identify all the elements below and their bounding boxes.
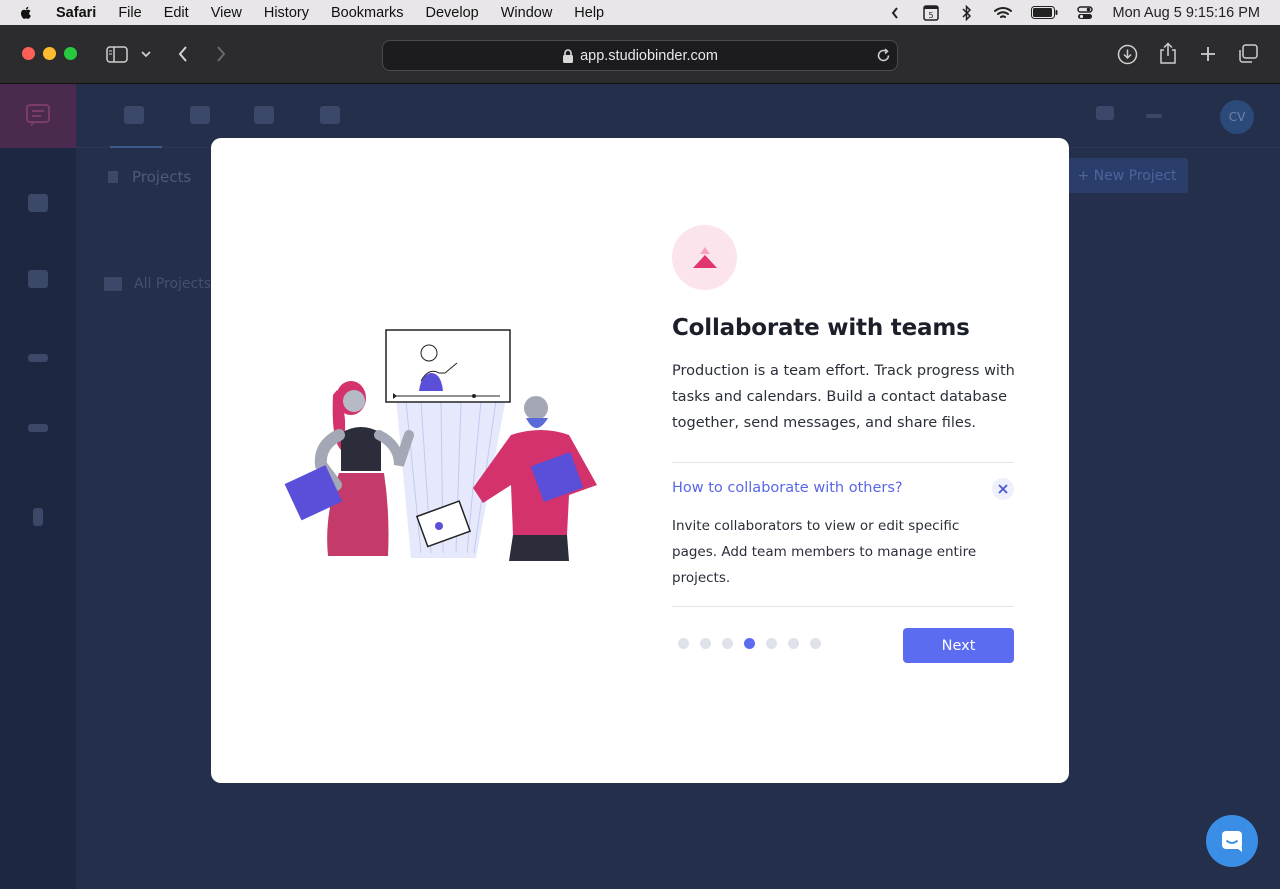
- step-dot-5[interactable]: [766, 638, 777, 649]
- chat-icon: [1222, 831, 1242, 852]
- feature-badge: [672, 225, 737, 290]
- step-indicator: [678, 638, 821, 649]
- calendar-icon[interactable]: 5: [922, 4, 940, 21]
- minimize-window-button[interactable]: [43, 47, 56, 60]
- modal-description: Production is a team effort. Track progr…: [672, 363, 1015, 431]
- address-bar[interactable]: app.studiobinder.com: [382, 40, 898, 71]
- all-projects-row[interactable]: All Projects: [104, 276, 211, 292]
- sidebar-item-resources[interactable]: [0, 508, 76, 542]
- projects-label: Projects: [132, 168, 192, 186]
- more-icon[interactable]: [1146, 114, 1162, 118]
- all-projects-label: All Projects: [134, 276, 211, 292]
- step-dot-2[interactable]: [700, 638, 711, 649]
- lock-icon: [563, 48, 574, 63]
- step-dot-3[interactable]: [722, 638, 733, 649]
- step-dot-7[interactable]: [810, 638, 821, 649]
- menu-bookmarks[interactable]: Bookmarks: [331, 5, 404, 21]
- faq-close-button[interactable]: [992, 478, 1014, 500]
- active-tab-indicator: [110, 146, 162, 148]
- wifi-icon[interactable]: [994, 5, 1013, 21]
- chevron-left-icon[interactable]: [886, 5, 904, 21]
- bluetooth-icon[interactable]: [958, 4, 976, 21]
- projects-header: Projects: [108, 160, 191, 194]
- sidebar-item-4[interactable]: [0, 424, 76, 448]
- menubar-clock[interactable]: Mon Aug 5 9:15:16 PM: [1112, 5, 1260, 21]
- chat-launcher-button[interactable]: [1206, 815, 1258, 867]
- tab-overview-icon[interactable]: [1238, 44, 1259, 64]
- tab-projects[interactable]: [124, 106, 144, 124]
- sidebar-item-projects[interactable]: [0, 194, 76, 228]
- faq-answer: Invite collaborators to view or edit spe…: [672, 518, 977, 586]
- app-logo[interactable]: [0, 84, 76, 148]
- sidebar-item-contacts[interactable]: [0, 270, 76, 304]
- app-sidebar: [0, 84, 76, 889]
- menubar: Safari File Edit View History Bookmarks …: [0, 0, 1280, 25]
- step-dot-1[interactable]: [678, 638, 689, 649]
- zoom-window-button[interactable]: [64, 47, 77, 60]
- step-dot-4[interactable]: [744, 638, 755, 649]
- divider: [672, 462, 1014, 463]
- browser-toolbar: app.studiobinder.com: [0, 25, 1280, 84]
- menu-help[interactable]: Help: [574, 5, 604, 21]
- url-text: app.studiobinder.com: [580, 47, 718, 64]
- menu-view[interactable]: View: [211, 5, 242, 21]
- tab-contacts[interactable]: [190, 106, 210, 124]
- battery-icon[interactable]: [1030, 5, 1058, 21]
- faq-question[interactable]: How to collaborate with others?: [672, 480, 903, 496]
- chevrons-up-icon: [692, 246, 717, 268]
- tab-tasks[interactable]: [254, 106, 274, 124]
- new-tab-icon[interactable]: [1199, 45, 1217, 63]
- reload-icon[interactable]: [876, 48, 891, 67]
- downloads-icon[interactable]: [1117, 44, 1138, 65]
- tab-calendar[interactable]: [320, 106, 340, 124]
- back-icon[interactable]: [177, 45, 189, 63]
- collaboration-illustration: [284, 329, 597, 561]
- next-button[interactable]: Next: [903, 628, 1014, 663]
- tab-feed[interactable]: [1096, 106, 1114, 120]
- sidebar-item-3[interactable]: [0, 354, 76, 378]
- calendar-badge: 5: [929, 11, 934, 20]
- modal-title: Collaborate with teams: [672, 315, 970, 341]
- menu-history[interactable]: History: [264, 5, 309, 21]
- menubar-status-area: 5 Mon Aug 5 9:15:16 PM: [886, 0, 1260, 25]
- onboarding-modal: Collaborate with teams Production is a t…: [211, 138, 1069, 783]
- menu-window[interactable]: Window: [501, 5, 553, 21]
- divider: [672, 606, 1014, 607]
- menu-edit[interactable]: Edit: [164, 5, 189, 21]
- forward-icon[interactable]: [215, 45, 227, 63]
- step-dot-6[interactable]: [788, 638, 799, 649]
- menu-develop[interactable]: Develop: [426, 5, 479, 21]
- menu-file[interactable]: File: [118, 5, 141, 21]
- close-icon: [998, 484, 1008, 494]
- control-center-icon[interactable]: [1076, 5, 1094, 21]
- apple-icon[interactable]: [18, 5, 34, 21]
- chevron-down-icon[interactable]: [141, 50, 151, 58]
- menu-app-name[interactable]: Safari: [56, 5, 96, 21]
- share-icon[interactable]: [1159, 42, 1177, 64]
- new-project-button[interactable]: + New Project: [1066, 158, 1188, 193]
- avatar[interactable]: CV: [1220, 100, 1254, 134]
- close-window-button[interactable]: [22, 47, 35, 60]
- sidebar-toggle-icon[interactable]: [106, 46, 128, 63]
